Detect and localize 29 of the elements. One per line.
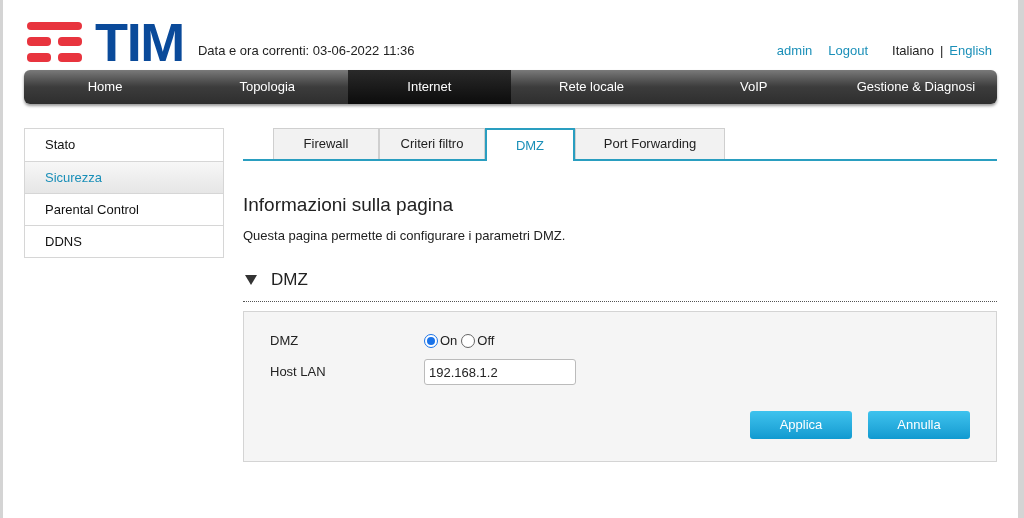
tab[interactable]: Firewall — [273, 128, 379, 159]
radio-button[interactable] — [461, 334, 476, 348]
nav-tab[interactable]: Home — [24, 70, 187, 104]
language-link[interactable]: Italiano — [892, 40, 934, 60]
tab[interactable]: DMZ — [485, 128, 575, 161]
tab[interactable]: Port Forwarding — [575, 128, 725, 159]
radio-label: On — [440, 332, 458, 351]
page-description: Questa pagina permette di configurare i parametri DMZ. — [243, 226, 567, 245]
logo-stripes-icon — [27, 22, 85, 64]
language-link[interactable]: English — [949, 40, 992, 60]
logout-link[interactable]: Logout — [828, 40, 869, 60]
nav-tab[interactable]: Internet — [348, 70, 511, 104]
nav-tab[interactable]: Gestione & Diagnosi — [834, 70, 997, 104]
radio-button[interactable] — [424, 334, 438, 348]
tab[interactable]: Criteri filtro — [379, 128, 485, 159]
datetime-text: Data e ora correnti: 03-06-2022 11:36 — [197, 41, 415, 60]
host-lan-field[interactable]: 192.168.1.2 — [424, 359, 576, 385]
page-title: Informazioni sulla pagina — [243, 193, 455, 217]
nav-tab[interactable]: VoIP — [672, 70, 835, 104]
logo-text: TIM — [95, 20, 184, 64]
section-title: DMZ — [271, 269, 308, 291]
separator-text: | — [939, 41, 944, 60]
field-label: Host LAN — [270, 363, 327, 382]
radio-label: Off — [477, 332, 495, 351]
nav-tab[interactable]: Rete locale — [510, 70, 673, 104]
field-label: DMZ — [270, 332, 300, 351]
nav-tab[interactable]: Topologia — [186, 70, 349, 104]
user-link[interactable]: admin — [776, 40, 813, 60]
collapse-triangle-icon[interactable] — [245, 274, 257, 285]
